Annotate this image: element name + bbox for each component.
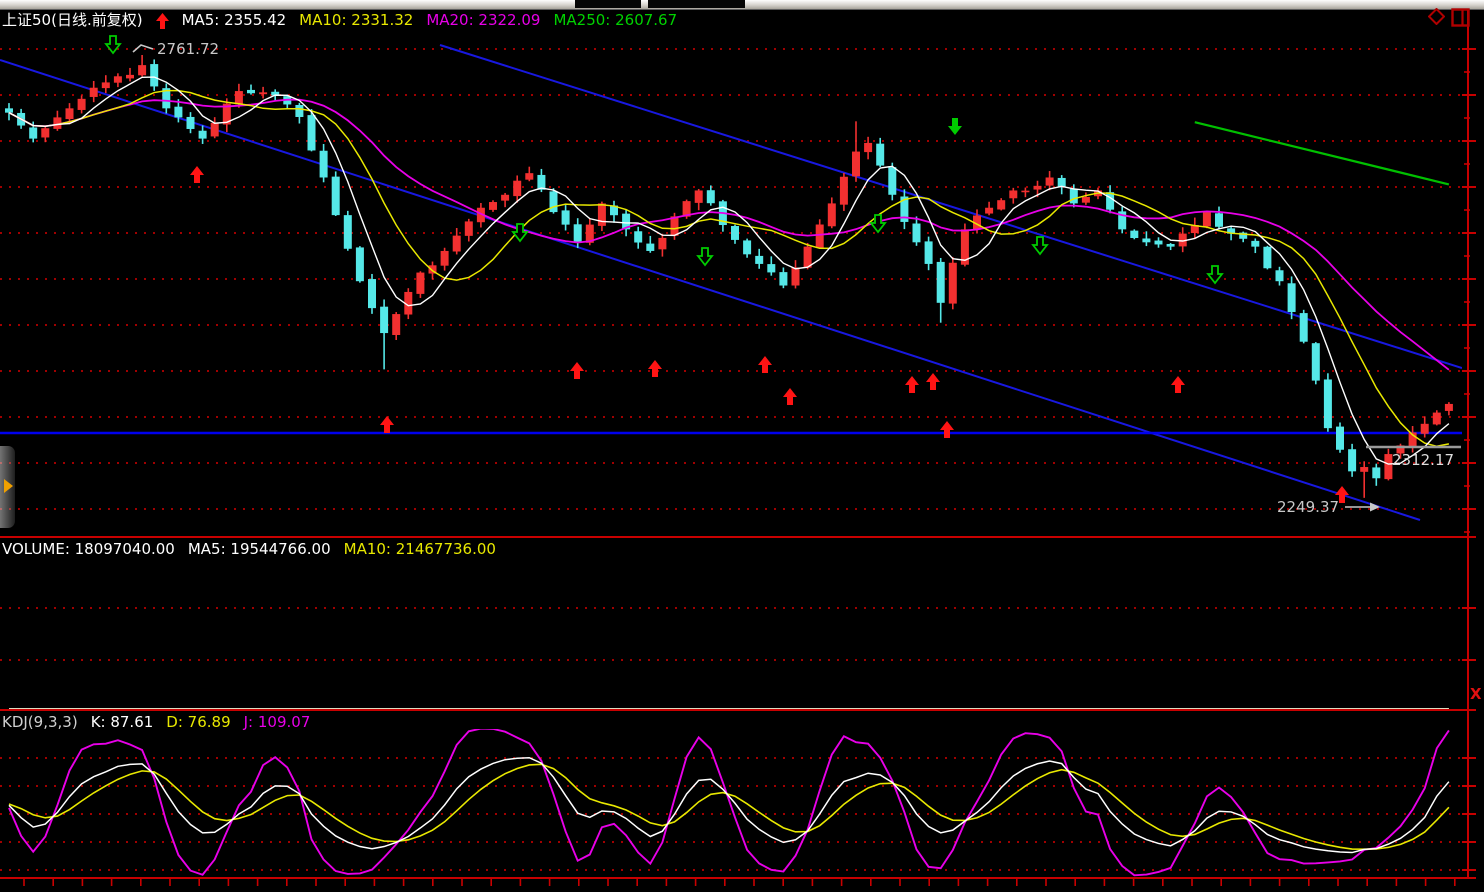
ma250-value: MA250: 2607.67 (553, 12, 677, 29)
kdj-d-value: D: 76.89 (166, 714, 230, 731)
grid-lines (0, 49, 1462, 870)
indicator-close-button[interactable]: X (1470, 685, 1482, 703)
kdj-j-value: J: 109.07 (244, 714, 311, 731)
main-chart-legend: 上证50(日线.前复权) MA5: 2355.42 MA10: 2331.32 … (2, 12, 677, 29)
ma10-value: MA10: 2331.32 (299, 12, 413, 29)
kdj-lines (9, 729, 1449, 876)
expand-arrow-icon (4, 479, 13, 493)
sidebar-expand-handle[interactable] (0, 446, 15, 528)
candlesticks (5, 55, 1453, 498)
buy-signal-arrow-icon (156, 12, 169, 29)
instrument-title: 上证50(日线.前复权) (2, 12, 143, 29)
last-price-annotation: 2312.17 (1392, 451, 1454, 469)
kdj-legend: KDJ(9,3,3) K: 87.61 D: 76.89 J: 109.07 (2, 714, 310, 731)
volume-ma5-value: MA5: 19544766.00 (188, 541, 331, 558)
diamond-icon[interactable] (1428, 8, 1445, 25)
ma-lines (9, 77, 1449, 464)
trough-price-annotation: 2249.37 (1277, 498, 1339, 516)
trading-app-window: 上证50(日线.前复权) MA5: 2355.42 MA10: 2331.32 … (0, 0, 1484, 892)
volume-value: VOLUME: 18097040.00 (2, 541, 175, 558)
ma20-value: MA20: 2322.09 (426, 12, 540, 29)
peak-price-annotation: 2761.72 (157, 40, 219, 58)
restore-window-icon[interactable] (1451, 8, 1470, 27)
trend-lines (0, 45, 1462, 520)
ma5-value: MA5: 2355.42 (182, 12, 287, 29)
ma250-line (1195, 122, 1449, 184)
volume-legend: VOLUME: 18097040.00 MA5: 19544766.00 MA1… (2, 541, 496, 558)
kdj-k-value: K: 87.61 (91, 714, 154, 731)
chart-canvas[interactable] (0, 0, 1484, 892)
kdj-label: KDJ(9,3,3) (2, 714, 78, 731)
volume-ma10-value: MA10: 21467736.00 (344, 541, 496, 558)
